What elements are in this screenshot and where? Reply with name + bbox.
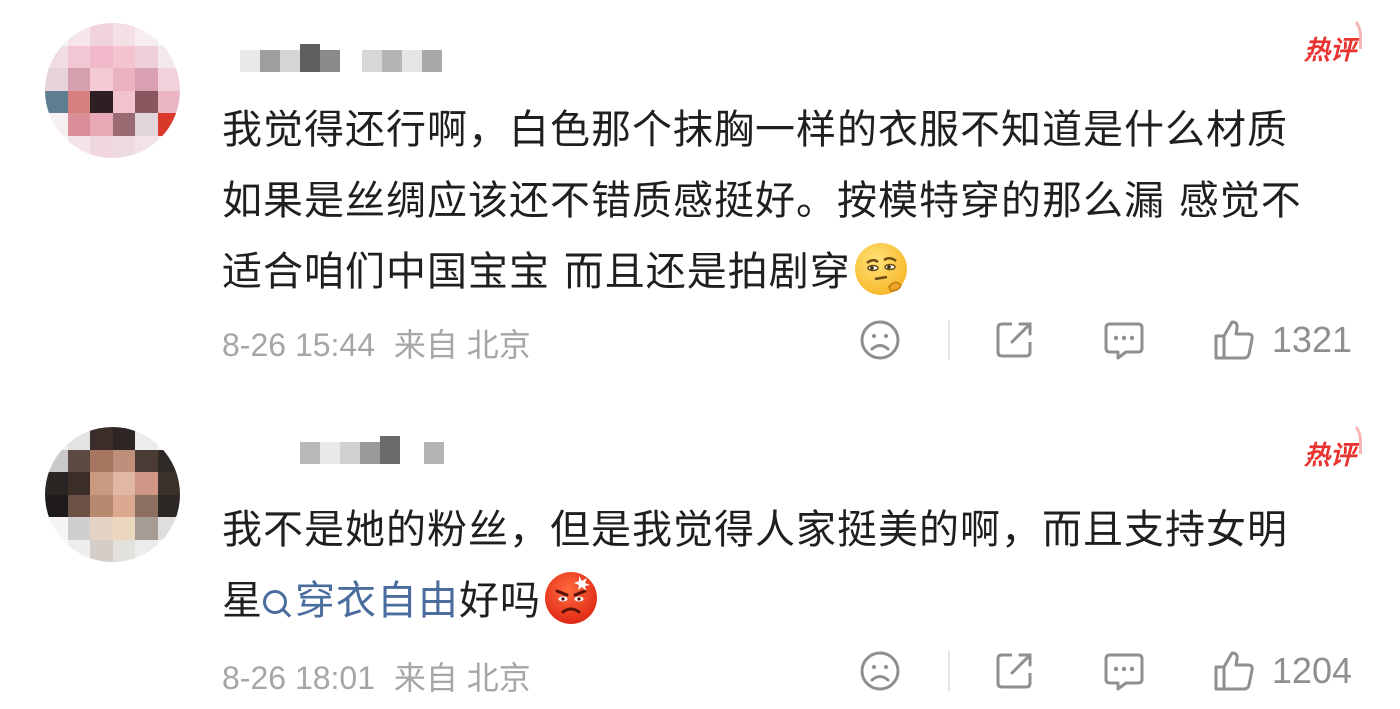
- share-icon[interactable]: [992, 318, 1036, 362]
- comment-body: 我觉得还行啊，白色那个抹胸一样的衣服不知道是什么材质如果是丝绸应该还不错质感挺好…: [222, 107, 1302, 295]
- sad-face-icon[interactable]: [858, 318, 902, 362]
- flame-icon: [1337, 421, 1362, 454]
- hot-comment-badge: 热评: [1304, 16, 1362, 67]
- like-count: 1204: [1271, 650, 1352, 691]
- search-icon: [263, 590, 287, 614]
- comment-item: 热评 我觉得还行啊，白色那个抹胸一样的衣服不知道是什么材质如果是丝绸应该还不错质…: [0, 0, 1400, 380]
- comment-meta: 8-26 18:01 来自 北京: [222, 653, 541, 699]
- avatar[interactable]: [45, 427, 180, 562]
- comment-date: 8-26 15:44: [222, 327, 376, 363]
- comment-meta: 8-26 15:44 来自 北京: [222, 320, 541, 366]
- comment-body-tail: 好吗: [459, 578, 541, 624]
- username-redacted[interactable]: [300, 436, 444, 470]
- comment-text: 我不是她的粉丝，但是我觉得人家挺美的啊，而且支持女明星 穿衣自由好吗: [222, 495, 1322, 637]
- divider: [947, 320, 950, 360]
- angry-face-icon: [545, 572, 597, 624]
- comment-text: 我觉得还行啊，白色那个抹胸一样的衣服不知道是什么材质如果是丝绸应该还不错质感挺好…: [222, 95, 1322, 308]
- comment-actions: 1321: [858, 318, 1352, 362]
- comment-actions: 1204: [858, 649, 1352, 693]
- thumbs-up-icon[interactable]: [1212, 318, 1256, 362]
- hot-comment-badge: 热评: [1304, 421, 1362, 472]
- divider: [947, 651, 950, 691]
- flame-icon: [1337, 16, 1362, 49]
- comment-source: 来自 北京: [393, 660, 531, 696]
- like-count: 1321: [1271, 319, 1352, 360]
- comment-source: 来自 北京: [393, 327, 531, 363]
- comment-date: 8-26 18:01: [222, 660, 376, 696]
- avatar[interactable]: [45, 23, 180, 158]
- username-redacted[interactable]: [240, 44, 442, 78]
- share-icon[interactable]: [992, 649, 1036, 693]
- hashtag-link[interactable]: 穿衣自由: [263, 578, 459, 624]
- thumbs-up-icon[interactable]: [1212, 649, 1256, 693]
- comment-icon[interactable]: [1102, 318, 1146, 362]
- comment-item: 热评 我不是她的粉丝，但是我觉得人家挺美的啊，而且支持女明星 穿衣自由好吗 8-2…: [0, 405, 1400, 709]
- thinking-face-icon: [854, 243, 907, 295]
- comment-icon[interactable]: [1102, 649, 1146, 693]
- sad-face-icon[interactable]: [858, 649, 902, 693]
